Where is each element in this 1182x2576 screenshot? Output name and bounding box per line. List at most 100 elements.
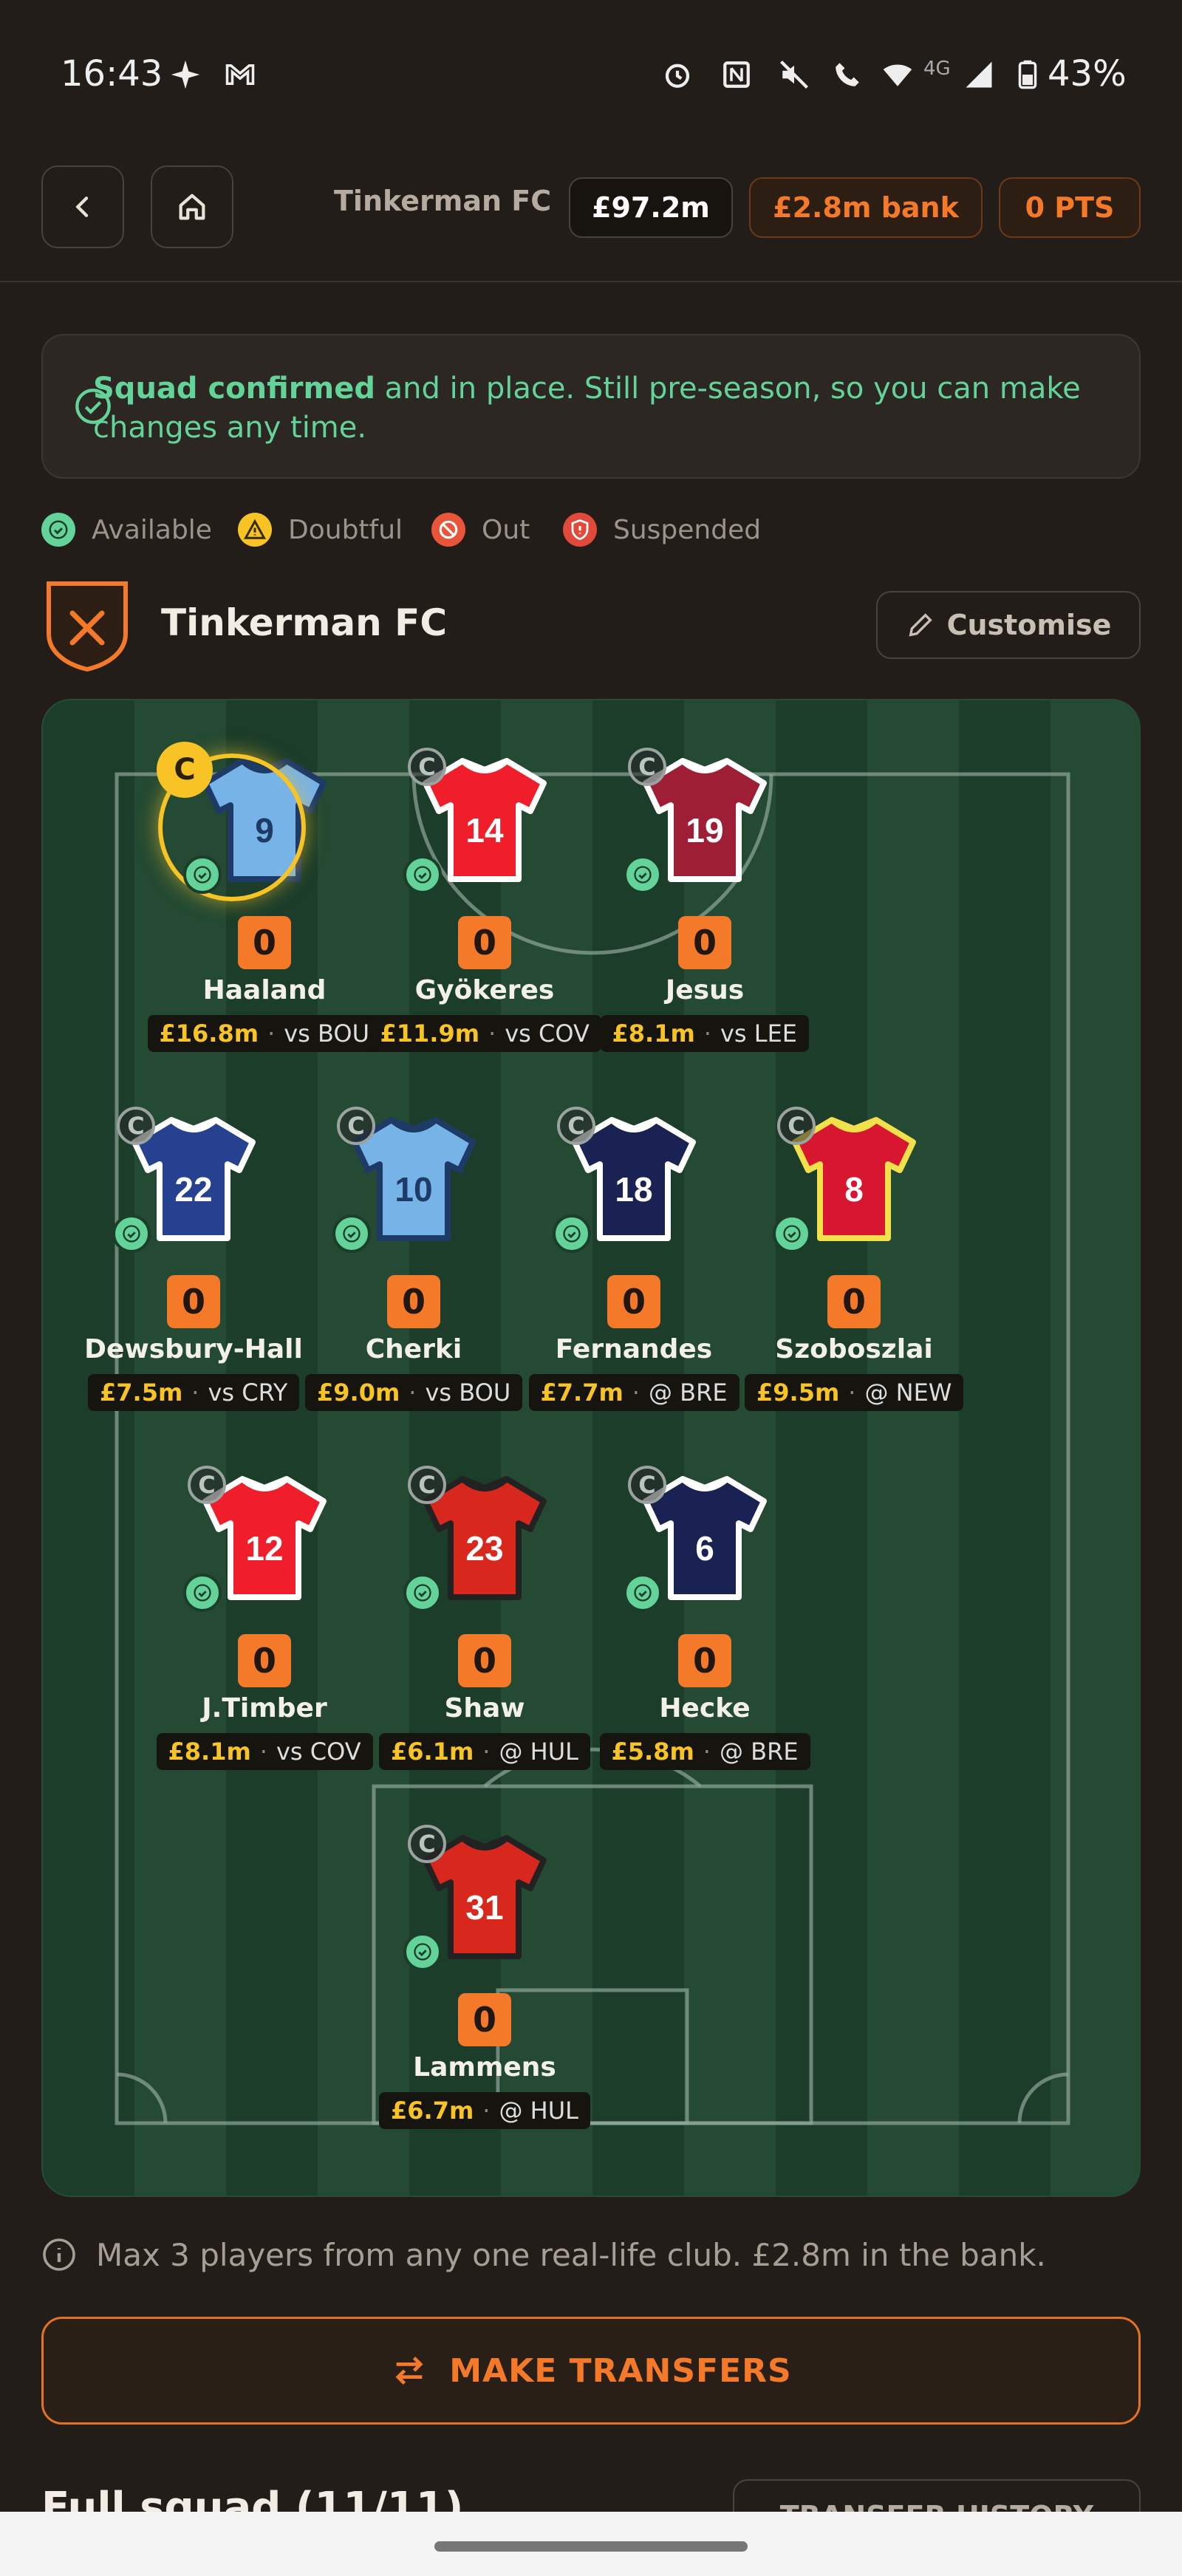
legend-label: Suspended	[613, 514, 762, 545]
chevron-left-icon	[75, 197, 89, 217]
info-icon	[43, 2238, 75, 2271]
player-price: £6.7m	[391, 2097, 474, 2125]
captain-toggle[interactable]: C	[408, 748, 446, 786]
legend-suspended: Suspended	[563, 511, 761, 548]
bank-pill: £2.8m bank	[749, 177, 983, 238]
player-points: 0	[458, 916, 511, 969]
battery-percent: 43%	[1048, 53, 1127, 95]
shirt-number: 14	[465, 811, 504, 850]
available-icon	[624, 1574, 662, 1612]
player-name: Jesus	[665, 975, 745, 1005]
legend-available: Available	[41, 511, 212, 548]
header-divider	[0, 281, 1182, 282]
status-bar: 16:43 4G 43%	[0, 0, 1182, 148]
back-button[interactable]	[41, 165, 124, 248]
sparkle-icon	[171, 60, 200, 89]
home-button[interactable]	[151, 165, 233, 248]
player-fixture: £16.8m · vs BOU	[147, 1015, 382, 1052]
block-icon	[431, 513, 465, 547]
available-icon	[553, 1214, 591, 1253]
legend-out: Out	[431, 511, 530, 548]
player-points: 0	[458, 1993, 511, 2046]
legend-label: Out	[482, 514, 530, 545]
available-icon	[183, 1574, 222, 1612]
player-points: 0	[607, 1275, 660, 1328]
warning-icon	[238, 513, 272, 547]
player-price: £16.8m	[159, 1019, 259, 1048]
player-price: £11.9m	[380, 1019, 480, 1048]
player-name: Szoboszlai	[775, 1334, 933, 1364]
fixture-opponent: @ NEW	[864, 1378, 952, 1407]
available-icon	[773, 1214, 811, 1253]
customise-button[interactable]: Customise	[876, 591, 1141, 659]
legend-doubtful: Doubtful	[238, 511, 403, 548]
player-fixture: £6.1m · @ HUL	[379, 1733, 590, 1770]
player-points: 0	[458, 1634, 511, 1687]
available-icon	[403, 1933, 442, 1971]
pitch: 9 C0 Haaland £16.8m · vs BOU 14 C0 Gyökere…	[41, 699, 1141, 2197]
fixture-opponent: vs BOU	[425, 1378, 511, 1407]
fixture-opponent: vs COV	[276, 1738, 361, 1766]
player-fixture: £9.0m · vs BOU	[305, 1374, 523, 1411]
player-points: 0	[167, 1275, 220, 1328]
fixture-opponent: @ HUL	[499, 1738, 578, 1766]
shirt-number: 18	[615, 1170, 652, 1209]
alarm-icon	[665, 64, 690, 88]
make-transfers-button[interactable]: MAKE TRANSFERS	[41, 2317, 1141, 2425]
fixture-opponent: @ HUL	[499, 2097, 578, 2125]
player-price: £5.8m	[611, 1738, 694, 1766]
shirt-number: 19	[686, 811, 723, 850]
player-fixture: £5.8m · @ BRE	[599, 1733, 810, 1770]
available-icon	[403, 1574, 442, 1612]
fixture-opponent: @ BRE	[719, 1738, 799, 1766]
fixture-opponent: vs LEE	[720, 1019, 798, 1048]
pencil-icon	[909, 613, 932, 637]
nfc-icon	[723, 61, 750, 88]
shirt-number: 31	[465, 1888, 503, 1927]
shield-alert-icon	[563, 513, 597, 547]
mute-icon	[780, 61, 808, 89]
team-title: Tinkerman FC	[161, 601, 448, 644]
captain-toggle[interactable]: C	[188, 1466, 226, 1504]
fixture-opponent: vs BOU	[284, 1019, 370, 1048]
captain-toggle[interactable]: C	[337, 1107, 375, 1145]
shirt-number: 12	[245, 1529, 283, 1568]
player-price: £7.5m	[100, 1378, 183, 1407]
player-price: £9.0m	[317, 1378, 400, 1407]
squad-rule-note: Max 3 players from any one real-life clu…	[41, 2232, 1046, 2277]
gmail-icon	[225, 64, 255, 85]
shirt-number: 8	[844, 1170, 864, 1209]
signal-icon	[966, 61, 992, 88]
captain-toggle[interactable]: C	[408, 1825, 446, 1863]
player-fixture: £6.7m · @ HUL	[379, 2092, 590, 2129]
captain-toggle[interactable]: C	[557, 1107, 595, 1145]
player-fixture: £7.5m · vs CRY	[88, 1374, 300, 1411]
pitch-markings	[115, 772, 1070, 2125]
check-icon	[41, 513, 75, 547]
player-name: Hecke	[659, 1693, 751, 1723]
squad-value-pill: £97.2m	[569, 177, 733, 238]
player-fixture: £7.7m · @ BRE	[528, 1374, 739, 1411]
home-gesture-handle[interactable]	[434, 2541, 748, 2552]
network-type: 4G	[923, 58, 951, 80]
points-pill: 0 PTS	[999, 177, 1141, 238]
banner-text: Squad confirmed and in place. Still pre-…	[93, 369, 1113, 448]
captain-toggle[interactable]: C	[117, 1107, 155, 1145]
captain-toggle[interactable]: C	[628, 1466, 666, 1504]
player-points: 0	[387, 1275, 440, 1328]
player-price: £8.1m	[168, 1738, 251, 1766]
shirt-number: 22	[174, 1170, 212, 1209]
player-name: Lammens	[413, 2052, 556, 2083]
captain-toggle[interactable]: C	[408, 1466, 446, 1504]
legend-label: Doubtful	[288, 514, 403, 545]
available-icon	[624, 855, 662, 894]
player-points: 0	[678, 1634, 731, 1687]
captain-toggle[interactable]: C	[628, 748, 666, 786]
player-fixture: £8.1m · vs COV	[156, 1733, 373, 1770]
captain-toggle[interactable]: C	[777, 1107, 816, 1145]
shirt-number: 10	[394, 1170, 432, 1209]
available-icon	[403, 855, 442, 894]
available-icon	[183, 855, 222, 894]
status-time: 16:43	[61, 53, 163, 95]
battery-icon	[1018, 60, 1037, 89]
